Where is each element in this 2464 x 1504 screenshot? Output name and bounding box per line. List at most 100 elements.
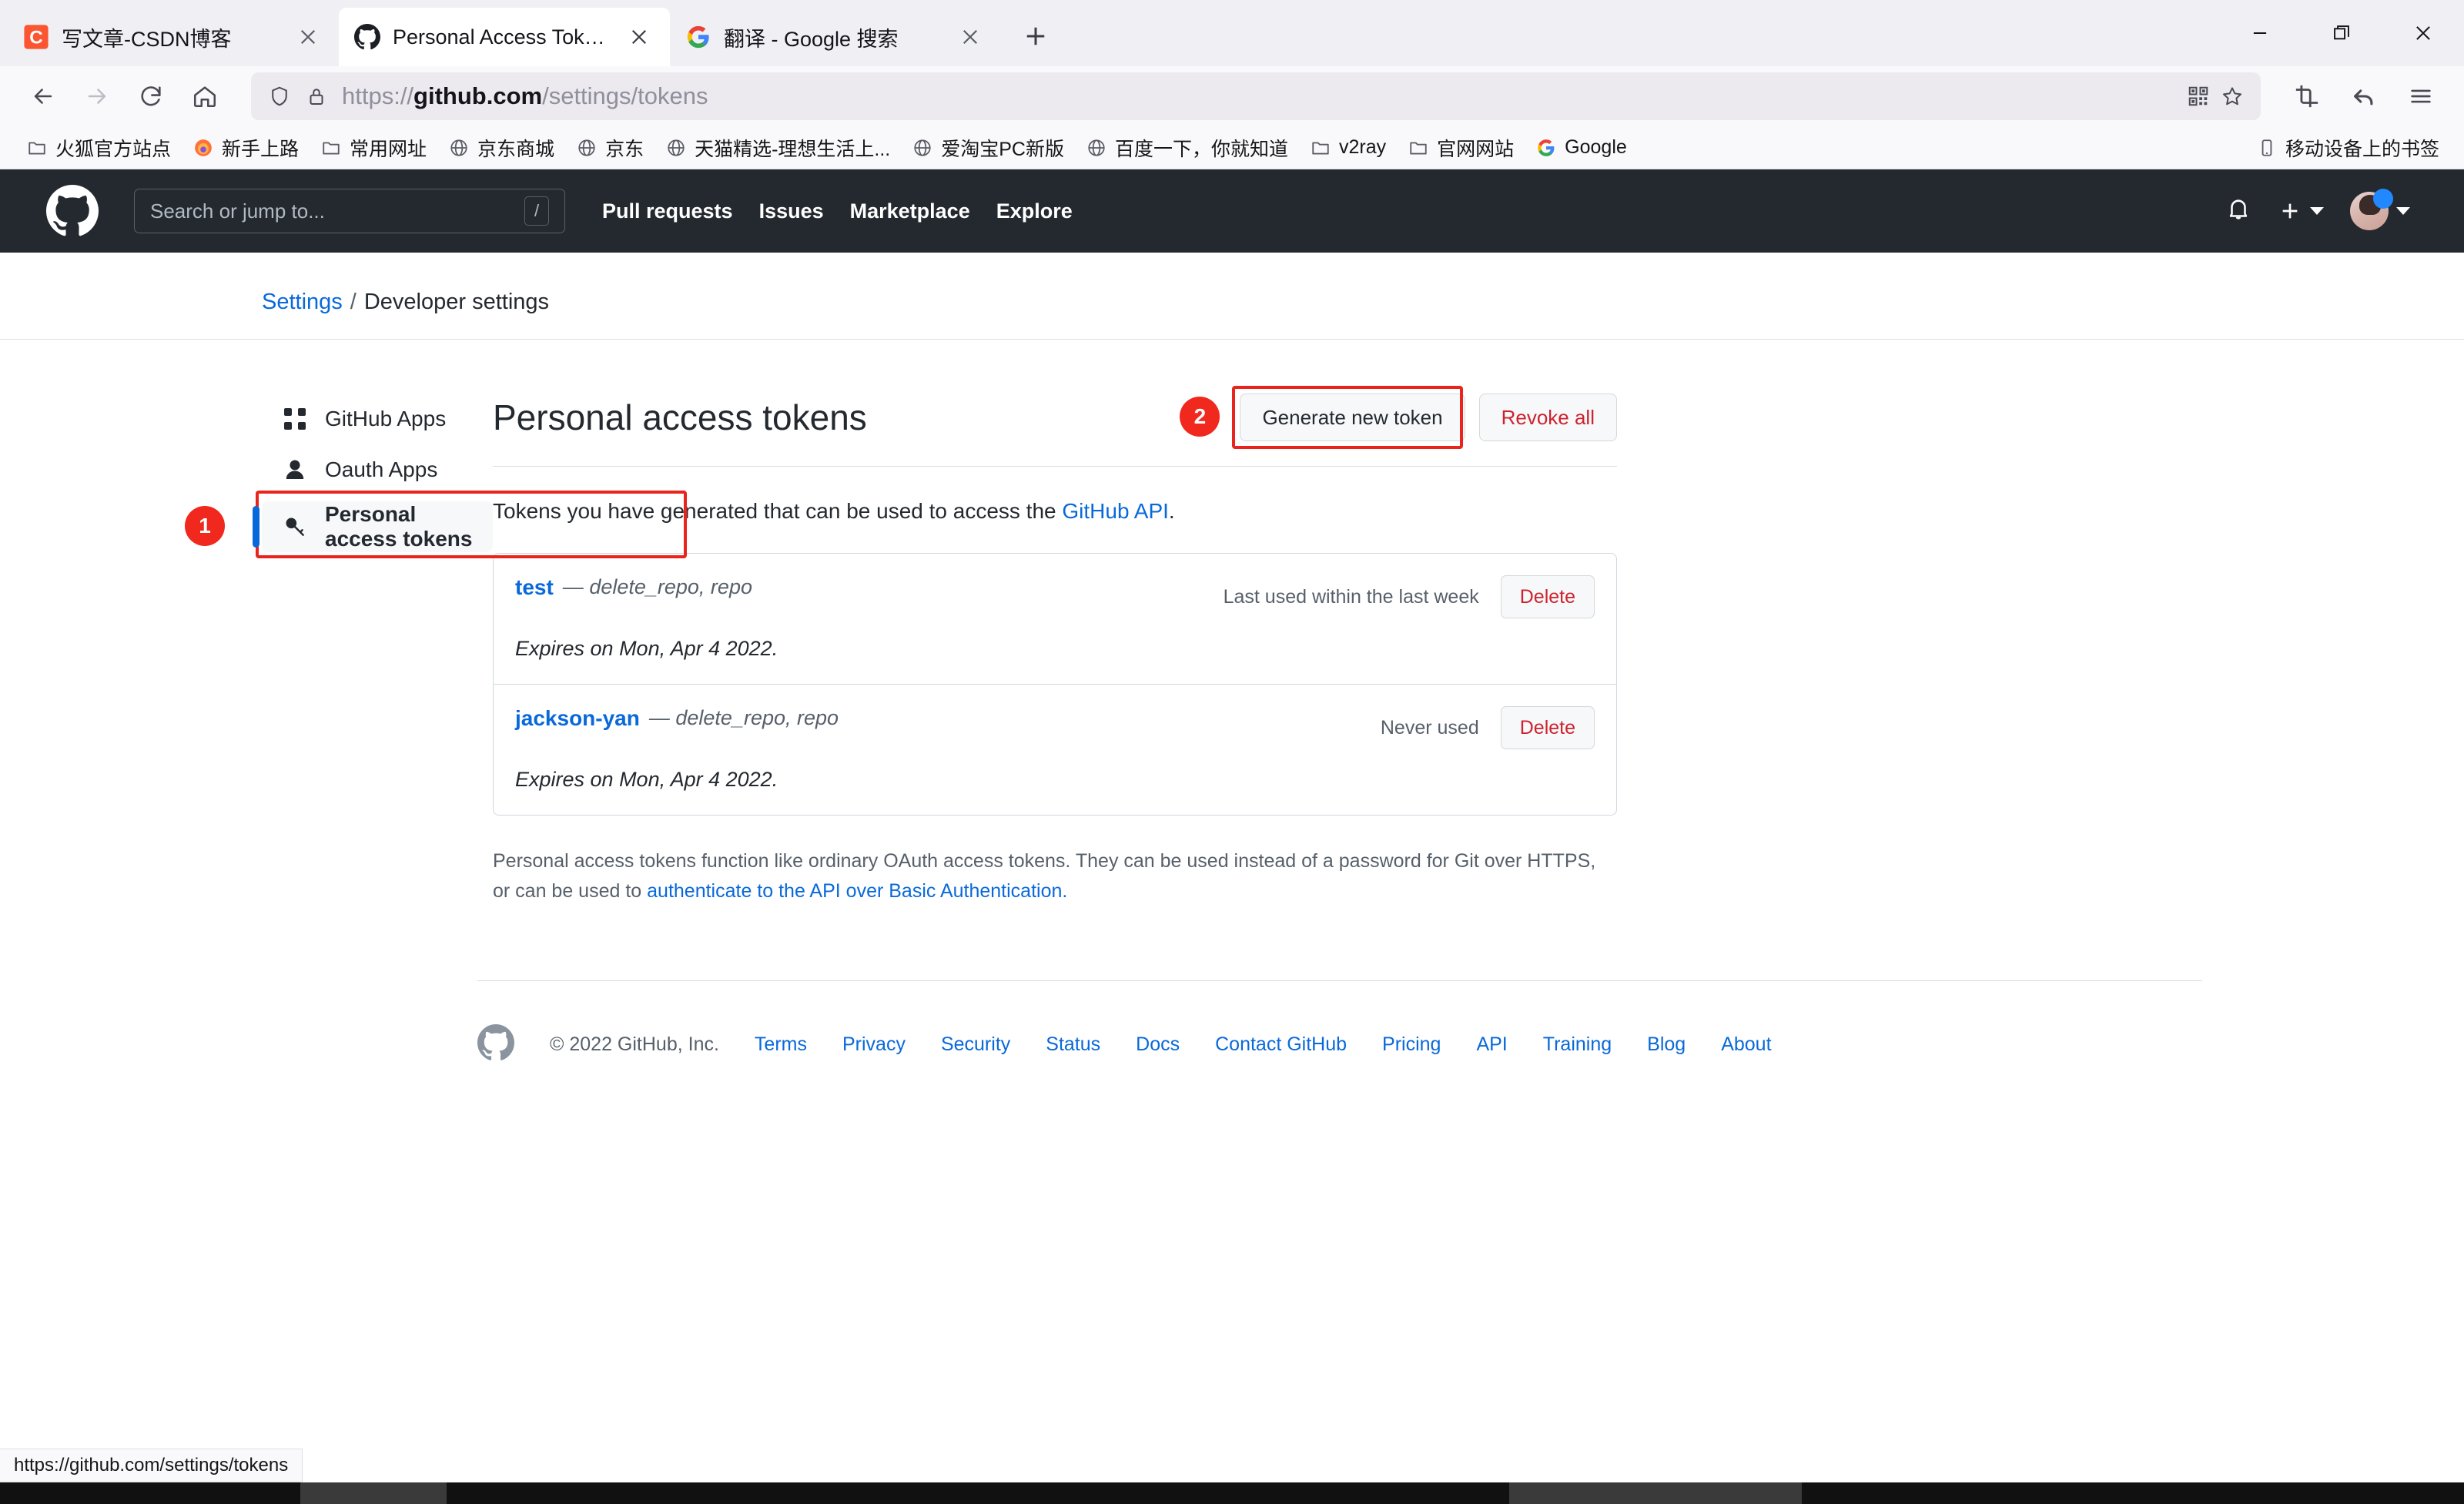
search-input[interactable]: Search or jump to... / [134, 189, 565, 233]
taskbar [0, 1482, 2464, 1504]
generate-new-token-button[interactable]: Generate new token [1240, 394, 1465, 441]
undo-icon[interactable] [2339, 72, 2389, 121]
restore-icon[interactable] [2301, 0, 2382, 66]
star-icon[interactable] [2221, 85, 2244, 108]
revoke-all-button[interactable]: Revoke all [1479, 394, 1617, 441]
close-icon[interactable] [955, 22, 986, 52]
shield-icon[interactable] [268, 85, 291, 108]
bookmark-label: 常用网址 [350, 134, 427, 162]
bookmark-item[interactable]: Google [1526, 132, 1636, 163]
token-expiry: Expires on Mon, Apr 4 2022. [515, 637, 1595, 661]
bookmark-item[interactable]: 新手上路 [183, 129, 308, 166]
nav-marketplace[interactable]: Marketplace [850, 199, 970, 223]
bookmark-item[interactable]: 百度一下，你就知道 [1076, 129, 1297, 166]
breadcrumb-settings-link[interactable]: Settings [262, 290, 343, 314]
bookmark-item[interactable]: 天猫精选-理想生活上... [656, 129, 899, 166]
header-actions [2225, 192, 2426, 230]
folder-icon [1408, 137, 1429, 159]
footer-link-training[interactable]: Training [1543, 1033, 1612, 1056]
footer-link-blog[interactable]: Blog [1647, 1033, 1686, 1056]
browser-tab-3[interactable]: 翻译 - Google 搜索 [670, 8, 1001, 66]
sidebar-item-oauth-apps[interactable]: Oauth Apps [262, 444, 493, 495]
github-mark-icon[interactable] [46, 185, 99, 237]
bookmark-label: 爱淘宝PC新版 [941, 134, 1064, 162]
close-icon[interactable] [293, 22, 323, 52]
settings-sidebar: GitHub Apps Oauth Apps 1 Persona [0, 394, 493, 906]
browser-tab-1[interactable]: C 写文章-CSDN博客 [8, 8, 339, 66]
mobile-bookmarks-label: 移动设备上的书签 [2285, 134, 2439, 162]
github-api-link[interactable]: GitHub API [1062, 499, 1169, 523]
screenshot-icon[interactable] [2282, 72, 2332, 121]
settings-body: GitHub Apps Oauth Apps 1 Persona [0, 340, 2464, 906]
tokens-description: Tokens you have generated that can be us… [493, 467, 1617, 553]
footer-link-terms[interactable]: Terms [755, 1033, 807, 1056]
footer-link-contact-github[interactable]: Contact GitHub [1215, 1033, 1347, 1056]
nav-explore[interactable]: Explore [996, 199, 1073, 223]
bookmark-item[interactable]: 爱淘宝PC新版 [902, 129, 1073, 166]
create-new-button[interactable] [2278, 199, 2324, 223]
bookmark-item[interactable]: v2ray [1301, 132, 1395, 163]
footer-link-security[interactable]: Security [941, 1033, 1010, 1056]
mobile-bookmarks-item[interactable]: 移动设备上的书签 [2250, 129, 2446, 166]
bookmark-item[interactable]: 京东 [567, 129, 653, 166]
browser-tab-2[interactable]: Personal Access Tokens [339, 8, 670, 66]
qrcode-icon[interactable] [2187, 85, 2210, 108]
minimize-icon[interactable] [2219, 0, 2301, 66]
notification-dot [2373, 189, 2393, 209]
menu-icon[interactable] [2396, 72, 2446, 121]
bookmark-item[interactable]: 官网网站 [1398, 129, 1523, 166]
bookmark-item[interactable]: 常用网址 [311, 129, 436, 166]
token-last-used: Last used within the last week [1224, 586, 1479, 608]
annotation-badge-2: 2 [1180, 397, 1220, 437]
github-header: Search or jump to... / Pull requests Iss… [0, 169, 2464, 253]
delete-token-button[interactable]: Delete [1501, 706, 1595, 749]
new-tab-button[interactable] [1012, 12, 1060, 60]
token-row: test — delete_repo, repo Last used withi… [494, 554, 1616, 684]
main-header: Personal access tokens 2 Generate new to… [493, 394, 1617, 466]
breadcrumb-separator: / [350, 290, 357, 314]
globe-icon [1086, 137, 1107, 159]
back-icon[interactable] [18, 72, 68, 121]
footer-link-api[interactable]: API [1476, 1033, 1507, 1056]
footer-link-privacy[interactable]: Privacy [842, 1033, 906, 1056]
footer-copyright: © 2022 GitHub, Inc. [550, 1033, 719, 1056]
footer-link-docs[interactable]: Docs [1136, 1033, 1180, 1056]
reload-icon[interactable] [126, 72, 176, 121]
address-bar[interactable]: https://github.com/settings/tokens [251, 72, 2261, 120]
close-icon[interactable] [2382, 0, 2464, 66]
github-mark-icon [477, 1024, 514, 1065]
basic-auth-link[interactable]: authenticate to the API over Basic Authe… [647, 880, 1067, 902]
lock-icon[interactable] [305, 85, 328, 108]
globe-icon [912, 137, 933, 159]
toolbar-actions [2282, 72, 2446, 121]
token-name-link[interactable]: test [515, 575, 554, 600]
globe-icon [576, 137, 598, 159]
avatar[interactable] [2350, 192, 2410, 230]
sidebar-item-github-apps[interactable]: GitHub Apps [262, 394, 493, 444]
mobile-icon [2256, 137, 2278, 159]
footer-link-about[interactable]: About [1721, 1033, 1771, 1056]
bookmark-item[interactable]: 京东商城 [439, 129, 564, 166]
forward-icon [72, 72, 122, 121]
bookmark-item[interactable]: 火狐官方站点 [17, 129, 180, 166]
tab-strip: C 写文章-CSDN博客 Personal Access Tokens [0, 0, 2464, 66]
bell-icon[interactable] [2225, 196, 2251, 226]
google-icon [1535, 137, 1557, 159]
home-icon[interactable] [180, 72, 229, 121]
footer-link-status[interactable]: Status [1046, 1033, 1100, 1056]
delete-token-button[interactable]: Delete [1501, 575, 1595, 618]
key-icon [282, 514, 308, 540]
browser-toolbar: https://github.com/settings/tokens [0, 66, 2464, 126]
settings-main: Personal access tokens 2 Generate new to… [493, 394, 1879, 906]
token-name-link[interactable]: jackson-yan [515, 706, 640, 731]
nav-issues[interactable]: Issues [759, 199, 824, 223]
token-row-actions: Never used Delete [1381, 706, 1595, 749]
token-scopes: — delete_repo, repo [563, 575, 752, 599]
firefox-icon [192, 137, 214, 159]
footer-link-pricing[interactable]: Pricing [1382, 1033, 1441, 1056]
nav-pull-requests[interactable]: Pull requests [602, 199, 733, 223]
close-icon[interactable] [624, 22, 654, 52]
chevron-down-icon [2396, 207, 2410, 215]
sidebar-item-label: Oauth Apps [325, 457, 437, 482]
sidebar-item-personal-access-tokens[interactable]: Personal access tokens [262, 501, 493, 552]
